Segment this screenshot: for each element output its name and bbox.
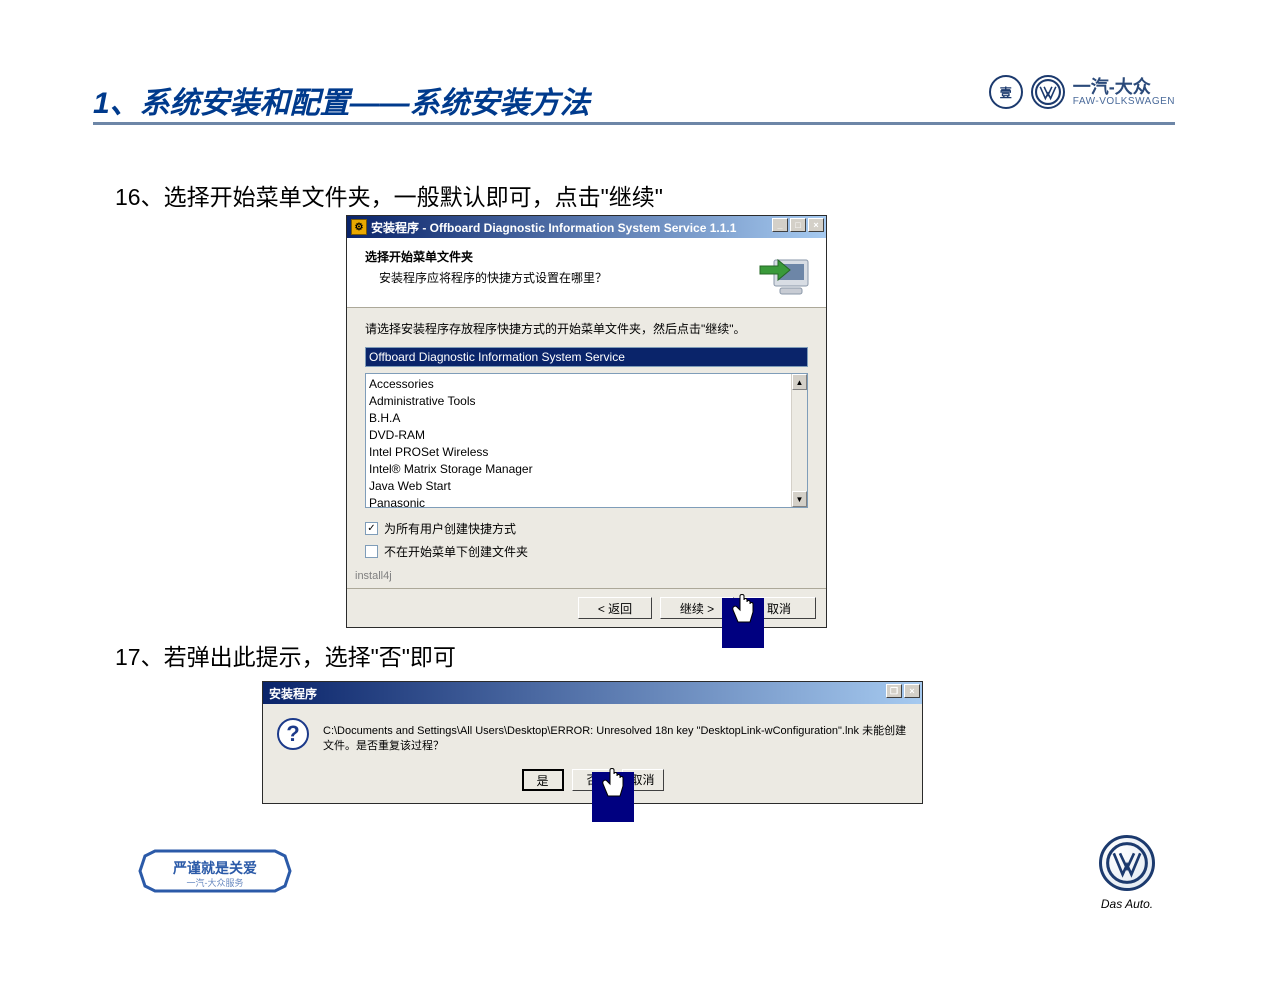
back-button[interactable]: < 返回 [578, 597, 652, 619]
brand-text-cn: 一汽-大众 [1073, 78, 1175, 96]
folder-list-item[interactable]: Intel® Matrix Storage Manager [369, 461, 804, 478]
error-title-text: 安装程序 [269, 685, 317, 702]
vw-footer-logo: Das Auto. [1099, 835, 1155, 911]
close-button[interactable]: × [808, 218, 824, 232]
startmenu-folder-input[interactable] [365, 347, 808, 367]
error-message: C:\Documents and Settings\All Users\Desk… [323, 718, 908, 755]
footer-badge-line2: 一汽-大众服务 [135, 876, 295, 889]
minimize-button[interactable]: _ [772, 218, 788, 232]
folder-list-item[interactable]: Java Web Start [369, 478, 804, 495]
installer-header: 选择开始菜单文件夹 安装程序应将程序的快捷方式设置在哪里？ [347, 238, 826, 308]
step-16-text: 16、选择开始菜单文件夹，一般默认即可，点击"继续" [115, 178, 663, 212]
installer-instruction: 请选择安装程序存放程序快捷方式的开始菜单文件夹，然后点击"继续"。 [365, 320, 808, 337]
yes-button[interactable]: 是 [522, 769, 564, 791]
brand-logo-top: 壹 一汽-大众 FAW-VOLKSWAGEN [989, 75, 1175, 109]
vw-logo-icon [1099, 835, 1155, 891]
title-underline [93, 122, 1175, 125]
error-close-button[interactable]: × [904, 684, 920, 698]
checkbox-all-users[interactable]: ✓ [365, 522, 378, 535]
install4j-label: install4j [347, 566, 826, 589]
hand-cursor-icon [592, 772, 634, 822]
installer-title-text: 安装程序 - Offboard Diagnostic Information S… [371, 219, 736, 236]
checkbox-no-folder[interactable] [365, 545, 378, 558]
installer-header-title: 选择开始菜单文件夹 [365, 248, 808, 265]
faw-emblem-icon: 壹 [989, 75, 1023, 109]
folder-list-item[interactable]: Panasonic [369, 495, 804, 508]
folder-list-item[interactable]: Accessories [369, 376, 804, 393]
folder-listbox[interactable]: AccessoriesAdministrative ToolsB.H.ADVD-… [365, 373, 808, 508]
maximize-button[interactable]: □ [790, 218, 806, 232]
folder-list-item[interactable]: Intel PROSet Wireless [369, 444, 804, 461]
installer-window: ⚙ 安装程序 - Offboard Diagnostic Information… [346, 215, 827, 628]
hand-cursor-icon [722, 598, 764, 648]
scroll-down-icon[interactable]: ▼ [792, 491, 807, 507]
folder-list-item[interactable]: B.H.A [369, 410, 804, 427]
error-titlebar: 安装程序 ❐ × [263, 682, 922, 704]
checkbox-all-users-label: 为所有用户创建快捷方式 [384, 520, 516, 537]
error-restore-button[interactable]: ❐ [886, 684, 902, 698]
service-badge: 严谨就是关爱 一汽-大众服务 [135, 846, 295, 896]
installer-titlebar: ⚙ 安装程序 - Offboard Diagnostic Information… [347, 216, 826, 238]
installer-header-image [756, 248, 816, 303]
step-17-text: 17、若弹出此提示，选择"否"即可 [115, 638, 456, 672]
installer-header-subtitle: 安装程序应将程序的快捷方式设置在哪里？ [379, 269, 808, 286]
slide-title: 1、系统安装和配置——系统安装方法 [93, 78, 590, 122]
question-icon: ? [277, 718, 309, 750]
scrollbar-vertical[interactable]: ▲ ▼ [791, 374, 807, 507]
brand-text-en: FAW-VOLKSWAGEN [1073, 96, 1175, 107]
folder-list-item[interactable]: DVD-RAM [369, 427, 804, 444]
das-auto-text: Das Auto. [1099, 897, 1155, 911]
scroll-up-icon[interactable]: ▲ [792, 374, 807, 390]
checkbox-no-folder-label: 不在开始菜单下创建文件夹 [384, 543, 528, 560]
footer-badge-line1: 严谨就是关爱 [135, 858, 295, 878]
installer-app-icon: ⚙ [351, 219, 367, 235]
folder-list-item[interactable]: Administrative Tools [369, 393, 804, 410]
vw-logo-icon [1031, 75, 1065, 109]
